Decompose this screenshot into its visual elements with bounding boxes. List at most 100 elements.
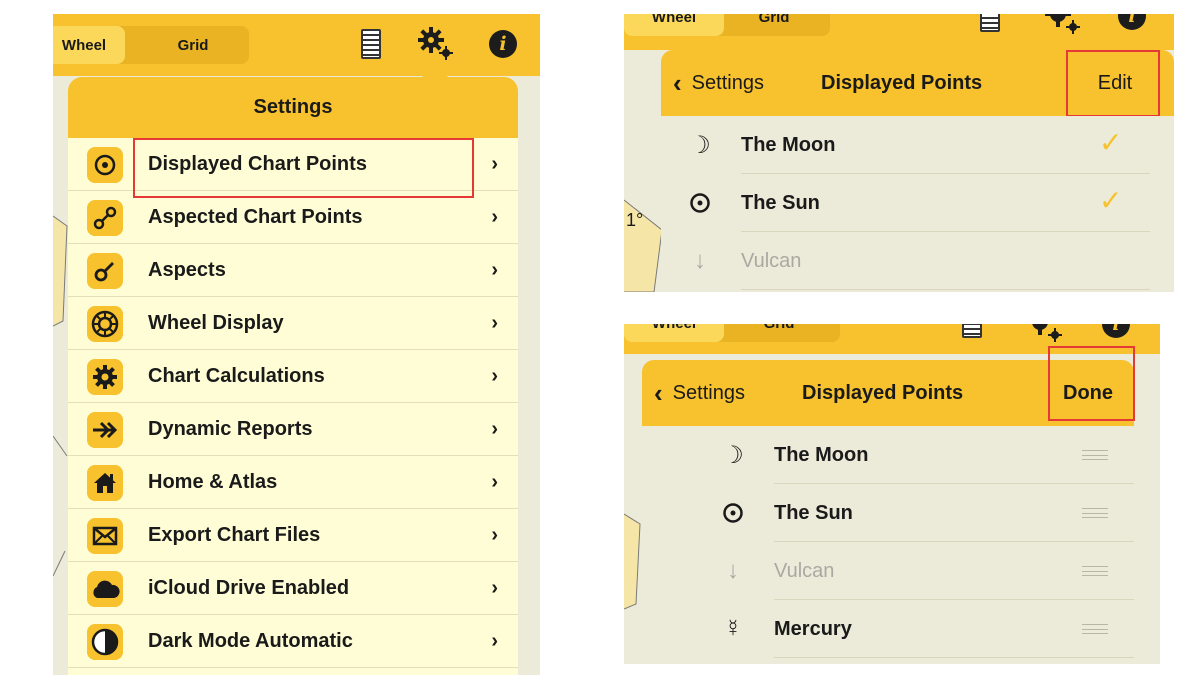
list-item-moon[interactable]: ☽ The Moon ✓ [661,116,1174,174]
chevron-right-icon: › [491,524,498,546]
info-icon[interactable]: i [489,30,517,58]
chevron-right-icon: › [491,418,498,440]
tab-grid[interactable]: Grid [724,324,834,342]
back-button[interactable]: ‹ Settings [673,50,764,116]
displayed-points-edit-screen: Wheel Grid i ‹ Settings Displayed Points… [624,324,1160,664]
mercury-icon: ☿ [724,615,742,642]
point-name: Vulcan [741,249,802,272]
moon-icon: ☽ [689,131,711,159]
checkmark-icon: ✓ [1099,127,1123,158]
settings-item-wheel-display[interactable]: Wheel Display › [68,297,518,350]
settings-item-label: Export Chart Files [148,524,321,546]
chevron-left-icon: ‹ [673,67,682,98]
view-segmented-control: Wheel Grid [53,26,249,64]
chevron-right-icon: › [491,312,498,334]
point-name: The Sun [774,501,853,524]
chevron-right-icon: › [491,206,498,228]
tab-wheel[interactable]: Wheel [53,26,125,64]
chevron-right-icon: › [491,630,498,652]
arrow-icon [87,412,123,448]
settings-item-label: iCloud Drive Enabled [148,577,350,599]
view-segmented-control: Wheel Grid [624,14,830,36]
page-title: Displayed Points [821,71,983,94]
settings-gear-icon[interactable] [1044,14,1084,36]
highlight-box [133,138,474,198]
displayed-points-screen: Wheel Grid i 1° ‹ Settings Displayed Poi… [624,14,1174,292]
wheel-icon [87,306,123,342]
back-label: Settings [691,71,764,94]
settings-item-label: Aspects [148,259,226,281]
chevron-left-icon: ‹ [654,377,663,408]
chevron-right-icon: › [491,471,498,493]
cloud-icon [87,571,123,607]
report-list-icon[interactable] [962,324,982,338]
point-name: The Moon [741,133,836,156]
popover-caret [421,64,449,78]
link-icon [87,200,123,236]
highlight-box [1048,346,1135,421]
settings-item-label: Chart Calculations [148,365,325,387]
report-list-icon[interactable] [980,14,1000,32]
settings-item-chart-calculations[interactable]: Chart Calculations › [68,350,518,403]
envelope-icon [87,518,123,554]
settings-item-aspects[interactable]: Aspects › [68,244,518,297]
point-name: The Sun [741,191,820,214]
settings-item-label: Dark Mode Automatic [148,630,353,652]
settings-item-dark-mode[interactable]: Dark Mode Automatic › [68,615,518,668]
settings-title: Settings [68,77,518,138]
toolbar-partial: Wheel Grid i [624,14,1174,50]
tab-grid[interactable]: Grid [724,14,824,36]
view-segmented-control: Wheel Grid [624,324,840,342]
report-list-icon[interactable] [361,29,381,59]
list-item-vulcan[interactable]: ↓ Vulcan [661,232,1174,290]
chevron-right-icon: › [491,577,498,599]
settings-item-label: Aspected Chart Points [148,206,363,228]
settings-item-label: Home & Atlas [148,471,278,493]
info-icon[interactable]: i [1118,14,1146,30]
list-item-moon[interactable]: ☽ The Moon [642,426,1134,484]
points-list: ☽ The Moon ✓ The Sun ✓ ↓ Vulcan [661,116,1174,292]
settings-item-label: Dynamic Reports [148,418,313,440]
sun-icon [685,174,715,232]
conjunction-icon [87,253,123,289]
tab-wheel[interactable]: Wheel [624,324,724,342]
drag-handle-icon[interactable] [1082,566,1108,576]
target-icon [87,147,123,183]
drag-handle-icon[interactable] [1082,624,1108,634]
home-icon [87,465,123,501]
list-item-sun[interactable]: The Sun [642,484,1134,542]
settings-item-home-atlas[interactable]: Home & Atlas › [68,456,518,509]
list-item-sun[interactable]: The Sun ✓ [661,174,1174,232]
vulcan-icon: ↓ [727,557,739,584]
point-name: The Moon [774,443,869,466]
list-item-vulcan[interactable]: ↓ Vulcan [642,542,1134,600]
tab-grid[interactable]: Grid [143,26,243,64]
settings-item-dynamic-reports[interactable]: Dynamic Reports › [68,403,518,456]
tab-wheel[interactable]: Wheel [624,14,724,36]
settings-item-label: Wheel Display [148,312,284,334]
highlight-box [1066,50,1160,117]
toolbar: Wheel Grid i [53,14,540,76]
point-name: Vulcan [774,559,835,582]
degree-label: 1° [626,210,644,230]
sun-icon [718,484,748,542]
settings-gear-icon[interactable] [417,26,457,62]
chevron-right-icon: › [491,365,498,387]
vulcan-icon: ↓ [694,247,706,274]
list-item-mercury[interactable]: ☿ Mercury [642,600,1134,658]
back-button[interactable]: ‹ Settings [654,360,745,426]
info-icon[interactable]: i [1102,324,1130,338]
settings-gear-icon[interactable] [1026,324,1066,344]
settings-item-aspected-chart-points[interactable]: Aspected Chart Points › [68,191,518,244]
settings-screen: Wheel Grid i Settings Displayed Chart Po… [53,14,540,675]
settings-item-icloud-drive[interactable]: iCloud Drive Enabled › [68,562,518,615]
chart-background [624,513,641,610]
point-name: Mercury [774,617,852,640]
half-circle-icon [87,624,123,660]
settings-item-export-chart-files[interactable]: Export Chart Files › [68,509,518,562]
checkmark-icon: ✓ [1099,185,1123,216]
back-label: Settings [672,381,745,404]
drag-handle-icon[interactable] [1082,450,1108,460]
page-title: Displayed Points [802,381,964,404]
drag-handle-icon[interactable] [1082,508,1108,518]
